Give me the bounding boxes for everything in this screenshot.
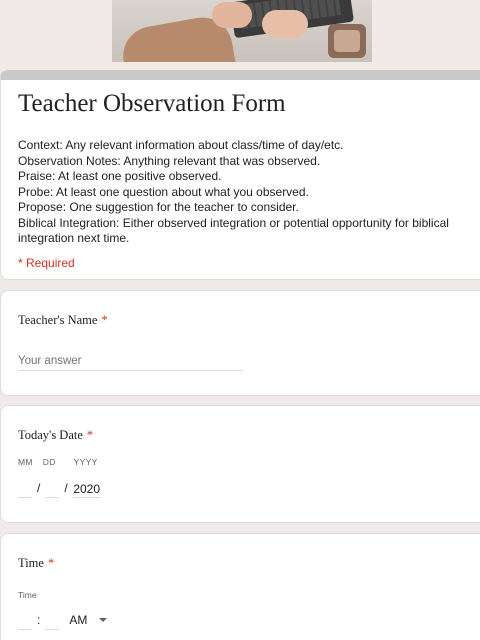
question-title: Today's Date * — [18, 428, 93, 443]
question-teacher-name: Teacher's Name * — [0, 290, 480, 396]
question-label: Today's Date — [18, 428, 83, 442]
question-title: Teacher's Name * — [18, 313, 108, 328]
ampm-dropdown[interactable]: AM — [69, 613, 108, 630]
question-title: Time * — [18, 556, 54, 571]
banner-hand-left — [212, 2, 252, 28]
required-asterisk: * — [86, 428, 94, 442]
required-asterisk: * — [47, 556, 55, 570]
ampm-value: AM — [69, 613, 88, 627]
header-image — [112, 0, 372, 62]
year-input[interactable] — [72, 480, 101, 498]
required-asterisk: * — [101, 313, 108, 327]
date-input-row: / / — [18, 480, 101, 498]
banner-hand-right — [262, 10, 308, 38]
form-header-card: Teacher Observation Form Context: Any re… — [0, 70, 480, 280]
date-separator: / — [37, 481, 41, 495]
month-input[interactable] — [18, 480, 32, 498]
year-label: YYYY — [73, 457, 98, 467]
chevron-down-icon — [99, 618, 108, 622]
time-sublabel: Time — [18, 590, 37, 600]
question-time: Time * Time : AM — [0, 533, 480, 640]
day-label: DD — [42, 457, 56, 467]
time-separator: : — [37, 613, 41, 627]
form-title: Teacher Observation Form — [18, 90, 286, 117]
question-label: Time — [18, 556, 44, 570]
form-description: Context: Any relevant information about … — [18, 138, 449, 245]
required-note: * Required — [18, 256, 75, 270]
day-input[interactable] — [45, 480, 60, 498]
banner-cup-inner — [334, 30, 360, 52]
question-label: Teacher's Name — [18, 313, 98, 327]
date-separator: / — [64, 481, 68, 495]
question-todays-date: Today's Date * MM DD YYYY / / — [0, 405, 480, 523]
time-input-row: : AM — [18, 612, 108, 630]
month-label: MM — [18, 457, 33, 467]
minute-input[interactable] — [45, 612, 60, 630]
teacher-name-input[interactable] — [18, 351, 243, 371]
hour-input[interactable] — [18, 612, 32, 630]
date-format-labels: MM DD YYYY — [18, 457, 98, 467]
